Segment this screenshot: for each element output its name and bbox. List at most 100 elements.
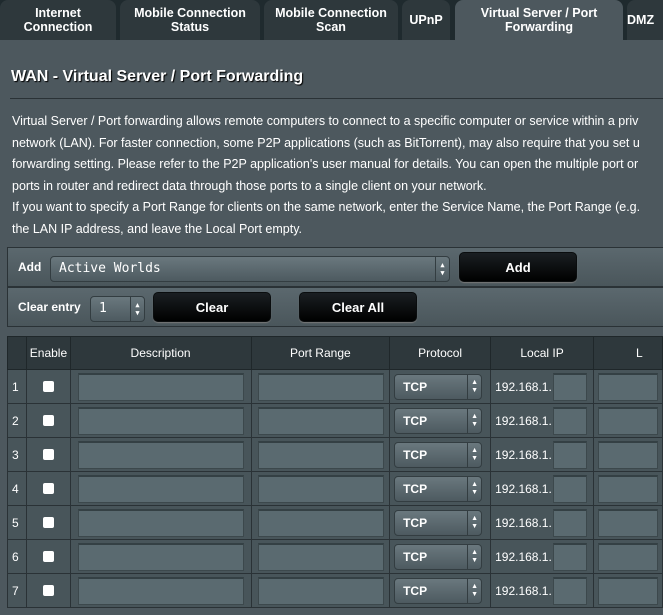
protocol-select[interactable]: TCP ▲ ▼	[394, 509, 483, 536]
col-port-range: Port Range	[250, 336, 391, 370]
protocol-select[interactable]: TCP ▲ ▼	[394, 475, 483, 502]
description-cell	[69, 539, 252, 574]
local-port-input[interactable]	[597, 440, 658, 469]
enable-checkbox[interactable]	[42, 381, 54, 392]
enable-cell	[26, 505, 71, 540]
description-line: ports in router and redirect data throug…	[12, 178, 487, 193]
protocol-select[interactable]: TCP ▲ ▼	[394, 543, 483, 570]
local-port-input[interactable]	[597, 406, 658, 435]
enable-checkbox[interactable]	[42, 585, 54, 596]
port-range-cell	[250, 437, 391, 472]
local-port-cell	[592, 471, 663, 506]
description-input[interactable]	[77, 406, 244, 435]
tab-internet-connection[interactable]: Internet Connection	[0, 0, 116, 40]
port-range-input[interactable]	[257, 542, 384, 571]
divider	[10, 98, 663, 99]
updown-arrows-icon: ▲ ▼	[467, 408, 481, 433]
description-input[interactable]	[77, 440, 244, 469]
add-button[interactable]: Add	[459, 252, 577, 282]
tab-dmz[interactable]: DMZ	[627, 0, 663, 40]
description-cell	[69, 471, 252, 506]
ip-prefix: 192.168.1.	[495, 379, 552, 394]
protocol-select[interactable]: TCP ▲ ▼	[394, 577, 483, 604]
col-protocol: Protocol	[389, 336, 492, 370]
protocol-cell: TCP ▲ ▼	[389, 437, 492, 472]
ip-prefix: 192.168.1.	[495, 481, 552, 496]
port-range-input[interactable]	[257, 576, 384, 605]
local-ip-input[interactable]	[552, 474, 587, 503]
local-port-input[interactable]	[597, 542, 658, 571]
table-header: Enable Description Port Range Protocol L…	[6, 336, 663, 370]
tab-mobile-connection-status[interactable]: Mobile Connection Status	[120, 0, 260, 40]
local-ip-cell: 192.168.1.	[490, 539, 594, 574]
row-number: 2	[6, 403, 28, 438]
protocol-cell: TCP ▲ ▼	[389, 505, 492, 540]
enable-cell	[26, 471, 71, 506]
description-input[interactable]	[77, 508, 244, 537]
updown-arrows-icon: ▲ ▼	[467, 476, 481, 501]
enable-checkbox[interactable]	[42, 449, 54, 460]
col-local-port: L	[592, 336, 663, 370]
description-input[interactable]	[77, 576, 244, 605]
local-ip-input[interactable]	[552, 576, 587, 605]
description-cell	[69, 437, 252, 472]
col-description: Description	[69, 336, 252, 370]
local-port-input[interactable]	[597, 372, 658, 401]
local-port-input[interactable]	[597, 474, 658, 503]
protocol-value: TCP	[403, 549, 428, 564]
description-line: network (LAN). For faster connection, so…	[12, 135, 640, 150]
enable-checkbox[interactable]	[42, 517, 54, 528]
clear-entry-select[interactable]: 1 ▲ ▼	[90, 296, 145, 322]
local-port-cell	[592, 505, 663, 540]
service-select[interactable]: Active Worlds ▲ ▼	[50, 256, 450, 282]
enable-cell	[26, 369, 71, 404]
protocol-cell: TCP ▲ ▼	[389, 403, 492, 438]
description-cell	[69, 573, 252, 608]
description-line: Virtual Server / Port forwarding allows …	[12, 114, 639, 128]
port-range-input[interactable]	[257, 372, 384, 401]
clear-button[interactable]: Clear	[153, 292, 271, 322]
description-input[interactable]	[77, 372, 244, 401]
local-ip-input[interactable]	[552, 508, 587, 537]
page-title: WAN - Virtual Server / Port Forwarding	[11, 68, 304, 85]
tab-virtual-server[interactable]: Virtual Server / Port Forwarding	[455, 0, 623, 40]
description-input[interactable]	[77, 474, 244, 503]
enable-checkbox[interactable]	[42, 483, 54, 494]
tab-mobile-connection-scan[interactable]: Mobile Connection Scan	[264, 0, 398, 40]
local-ip-input[interactable]	[552, 372, 587, 401]
protocol-select[interactable]: TCP ▲ ▼	[394, 441, 483, 468]
tab-upnp[interactable]: UPnP	[402, 0, 450, 40]
table-row: 4 TCP ▲ ▼ 192.168.1.	[6, 471, 663, 506]
table-row: 6 TCP ▲ ▼ 192.168.1.	[6, 539, 663, 574]
port-range-input[interactable]	[257, 440, 384, 469]
port-range-input[interactable]	[257, 406, 384, 435]
add-bar: Add Active Worlds ▲ ▼ Add	[7, 247, 663, 287]
updown-arrows-icon: ▲ ▼	[467, 578, 481, 603]
port-range-input[interactable]	[257, 474, 384, 503]
protocol-value: TCP	[403, 481, 428, 496]
enable-checkbox[interactable]	[42, 551, 54, 562]
port-range-input[interactable]	[257, 508, 384, 537]
ip-prefix: 192.168.1.	[495, 447, 552, 462]
local-port-input[interactable]	[597, 576, 658, 605]
row-number: 7	[6, 573, 28, 608]
enable-checkbox[interactable]	[42, 415, 54, 426]
protocol-select[interactable]: TCP ▲ ▼	[394, 407, 483, 434]
table-row: 5 TCP ▲ ▼ 192.168.1.	[6, 505, 663, 540]
clear-bar: Clear entry 1 ▲ ▼ Clear Clear All	[7, 287, 663, 327]
protocol-select[interactable]: TCP ▲ ▼	[394, 373, 483, 400]
row-number: 4	[6, 471, 28, 506]
description: Virtual Server / Port forwarding allows …	[12, 111, 640, 241]
clear-all-button[interactable]: Clear All	[299, 292, 417, 322]
local-ip-input[interactable]	[552, 440, 587, 469]
description-input[interactable]	[77, 542, 244, 571]
local-port-input[interactable]	[597, 508, 658, 537]
local-ip-input[interactable]	[552, 406, 587, 435]
table-row: 2 TCP ▲ ▼ 192.168.1.	[6, 403, 663, 438]
enable-cell	[26, 437, 71, 472]
port-range-cell	[250, 505, 391, 540]
col-local-ip: Local IP	[490, 336, 594, 370]
description-cell	[69, 403, 252, 438]
local-ip-input[interactable]	[552, 542, 587, 571]
enable-cell	[26, 403, 71, 438]
